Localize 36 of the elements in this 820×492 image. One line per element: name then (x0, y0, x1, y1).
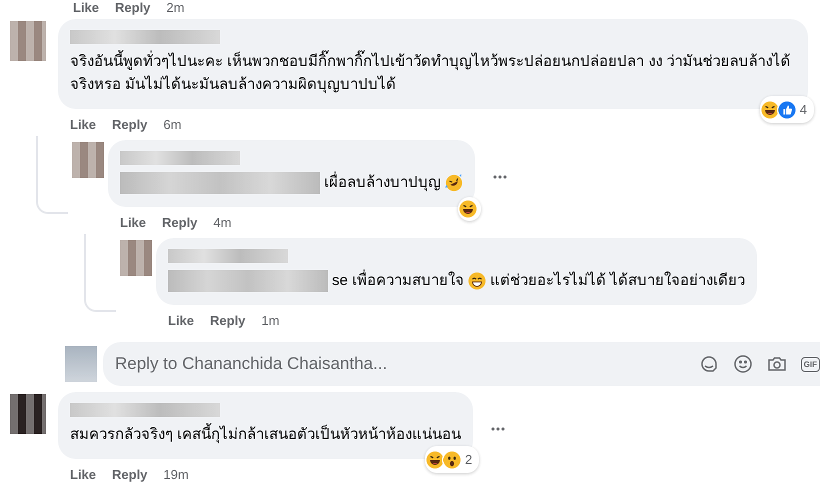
comment-text: เผื่อลบล้างบาปบุญ (324, 171, 441, 194)
like-link[interactable]: Like (70, 467, 96, 482)
surprised-face-icon (442, 450, 462, 470)
avatar[interactable] (10, 394, 46, 434)
reply-link[interactable]: Reply (115, 0, 150, 15)
like-link[interactable]: Like (73, 0, 100, 15)
laughing-face-icon (760, 100, 780, 120)
laughing-face-icon (424, 450, 445, 470)
reaction-badge[interactable]: 2 (424, 446, 480, 473)
reply-field[interactable]: Reply to Chananchida Chaisantha... GIF (103, 342, 820, 386)
timestamp: 6m (163, 117, 182, 132)
avatar (65, 346, 97, 382)
gif-button[interactable]: GIF (800, 356, 820, 372)
reaction-badge[interactable] (458, 197, 481, 221)
comment-text: แต่ช่วยอะไรไม่ได้ ได้สบายใจอย่างเดียว (490, 270, 746, 291)
sticker-icon[interactable] (698, 354, 719, 374)
like-link[interactable]: Like (70, 117, 96, 132)
laughing-tears-icon (445, 174, 463, 192)
comment-text: สมควรกลัวจริงๆ เคสนี้กุไม่กล้าเสนอตัวเป็นหัวหน้าห้องแน่นอน (70, 423, 462, 446)
timestamp: 4m (213, 215, 232, 230)
reply-link[interactable]: Reply (162, 215, 198, 230)
reaction-badge[interactable]: 4 (760, 96, 814, 123)
reply-link[interactable]: Reply (112, 117, 148, 132)
timestamp: 1m (261, 313, 280, 328)
timestamp: 2m (166, 0, 184, 15)
reply-link[interactable]: Reply (112, 467, 148, 482)
comment-text: จริงอันนี้พูดทั่วๆไปนะคะ เห็นพวกชอบมีกิ๊กพากิ๊กไปเข้าวัดทำบุญไหว้พระปล่อยนกปล่อยปลา งง ว่ามันช่วยลบล้างได้จริงหรอ มันไม่ได้นะมันลบล้างความผิดบุญบาปบได้ (70, 50, 796, 96)
comment-text: se เพื่อความสบายใจ (332, 269, 464, 292)
grinning-face-icon (468, 272, 486, 290)
laughing-face-icon (458, 199, 478, 219)
like-link[interactable]: Like (168, 313, 194, 328)
thumbs-up-icon (776, 100, 797, 120)
reply-link[interactable]: Reply (210, 313, 246, 328)
like-link[interactable]: Like (120, 215, 146, 230)
timestamp: 19m (163, 467, 189, 482)
smiley-icon[interactable] (732, 354, 753, 374)
